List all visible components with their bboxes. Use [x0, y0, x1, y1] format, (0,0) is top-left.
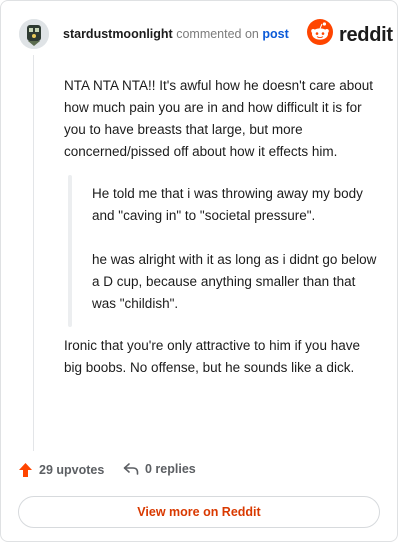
action-text: commented on — [176, 27, 259, 41]
upvote-count: 29 upvotes — [39, 463, 105, 477]
thread-line — [33, 55, 34, 451]
comment-paragraph: NTA NTA NTA!! It's awful how he doesn't … — [64, 78, 374, 159]
reddit-logo-icon — [307, 19, 333, 45]
view-more-button[interactable]: View more on Reddit — [18, 496, 380, 528]
replies-link[interactable]: 0 replies — [123, 462, 196, 476]
reddit-brand-link[interactable]: reddit — [307, 19, 393, 49]
upvotes-link[interactable]: 29 upvotes — [18, 462, 104, 478]
avatar-image — [19, 19, 49, 49]
user-avatar[interactable] — [19, 19, 49, 49]
byline: stardustmoonlight commented on post — [63, 27, 289, 41]
comment-paragraph: Ironic that you're only attractive to hi… — [64, 338, 360, 375]
quote-bar — [68, 175, 72, 327]
reddit-wordmark: reddit — [339, 24, 393, 46]
quote-paragraph: He told me that i was throwing away my b… — [92, 186, 363, 223]
embedded-comment-card: stardustmoonlight commented on post redd… — [0, 0, 398, 542]
reply-arrow-icon — [123, 463, 139, 475]
comment-header: stardustmoonlight commented on post redd… — [19, 15, 393, 55]
comment-body: NTA NTA NTA!! It's awful how he doesn't … — [64, 75, 381, 379]
upvote-arrow-icon — [19, 463, 32, 477]
blockquote: He told me that i was throwing away my b… — [68, 175, 381, 327]
reply-count: 0 replies — [145, 462, 196, 476]
quote-paragraph: he was alright with it as long as i didn… — [92, 252, 377, 311]
username-link[interactable]: stardustmoonlight — [63, 27, 173, 41]
post-link[interactable]: post — [262, 27, 288, 41]
